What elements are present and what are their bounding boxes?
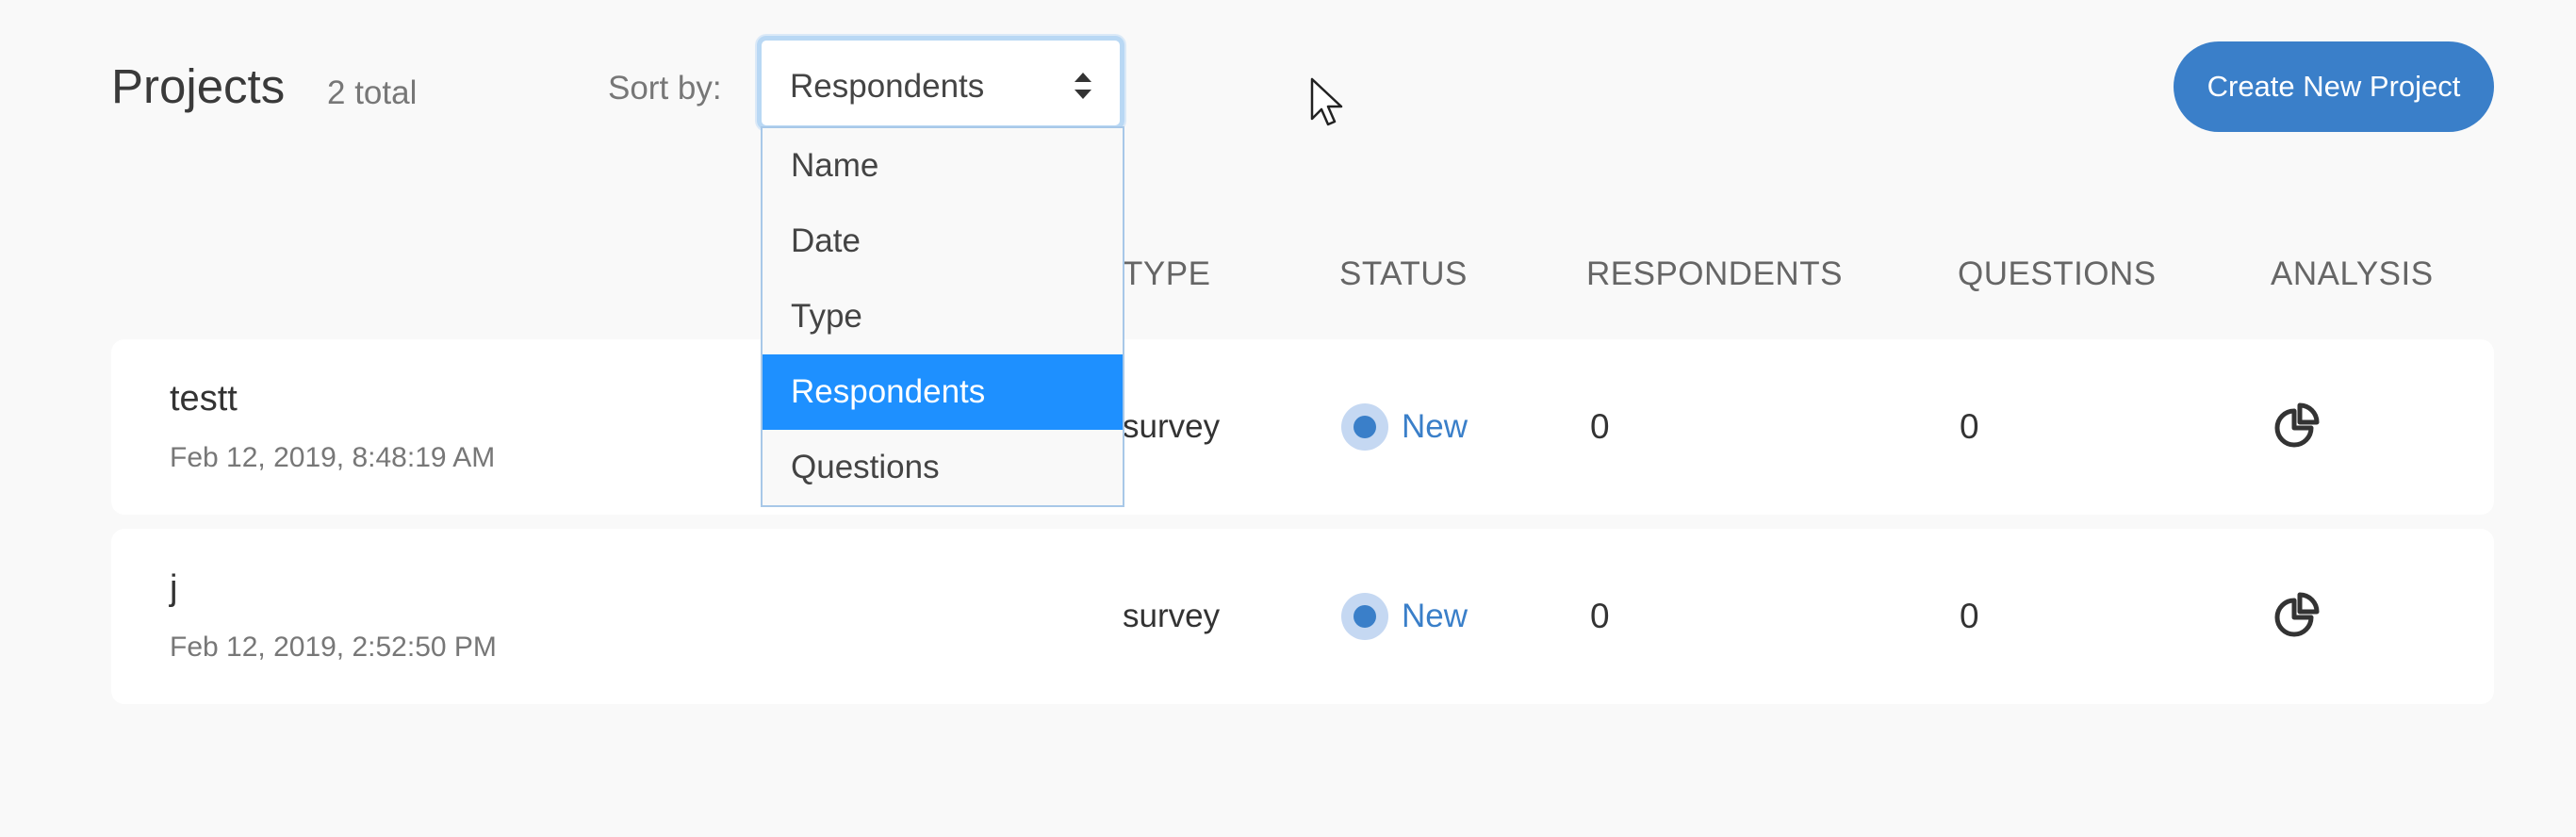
sort-select[interactable]: Respondents bbox=[757, 36, 1124, 130]
column-header-analysis: ANALYSIS bbox=[2271, 255, 2434, 292]
sort-arrows-icon bbox=[1075, 73, 1091, 99]
column-header-status[interactable]: STATUS bbox=[1339, 254, 1468, 294]
project-type: survey bbox=[1123, 408, 1221, 445]
sort-dropdown-list: Name Date Type Respondents Questions bbox=[761, 126, 1124, 507]
status-dot-icon bbox=[1341, 593, 1388, 640]
status-badge: New bbox=[1341, 593, 1468, 640]
status-badge: New bbox=[1341, 403, 1468, 451]
status-dot-icon bbox=[1341, 403, 1388, 451]
create-project-button[interactable]: Create New Project bbox=[2174, 41, 2494, 132]
pie-chart-icon[interactable] bbox=[2272, 402, 2321, 451]
table-row[interactable]: testt Feb 12, 2019, 8:48:19 AM survey Ne… bbox=[111, 339, 2494, 515]
sort-option-date[interactable]: Date bbox=[763, 204, 1123, 279]
table-row[interactable]: j Feb 12, 2019, 2:52:50 PM survey New 0 … bbox=[111, 529, 2494, 704]
project-date: Feb 12, 2019, 8:48:19 AM bbox=[170, 442, 496, 473]
sort-option-name[interactable]: Name bbox=[763, 128, 1123, 204]
sort-select-value: Respondents bbox=[790, 68, 985, 105]
column-header-questions[interactable]: QUESTIONS bbox=[1958, 254, 2157, 294]
pie-chart-icon[interactable] bbox=[2272, 591, 2321, 640]
sort-option-respondents[interactable]: Respondents bbox=[763, 354, 1123, 430]
sort-label: Sort by: bbox=[608, 70, 722, 107]
status-text: New bbox=[1402, 598, 1468, 634]
respondents-count: 0 bbox=[1590, 597, 1610, 635]
total-count: 2 total bbox=[327, 74, 418, 111]
project-date: Feb 12, 2019, 2:52:50 PM bbox=[170, 632, 497, 663]
column-header-respondents[interactable]: RESPONDENTS bbox=[1586, 254, 1843, 294]
questions-count: 0 bbox=[1960, 597, 1979, 635]
project-name[interactable]: testt bbox=[170, 377, 238, 420]
sort-option-questions[interactable]: Questions bbox=[763, 430, 1123, 505]
questions-count: 0 bbox=[1960, 407, 1979, 446]
mouse-cursor-icon bbox=[1310, 77, 1343, 126]
page-title: Projects bbox=[111, 59, 286, 113]
project-type: survey bbox=[1123, 598, 1221, 634]
project-name[interactable]: j bbox=[170, 566, 177, 610]
status-text: New bbox=[1402, 408, 1468, 445]
respondents-count: 0 bbox=[1590, 407, 1610, 446]
column-header-type[interactable]: TYPE bbox=[1123, 254, 1210, 294]
sort-option-type[interactable]: Type bbox=[763, 279, 1123, 354]
